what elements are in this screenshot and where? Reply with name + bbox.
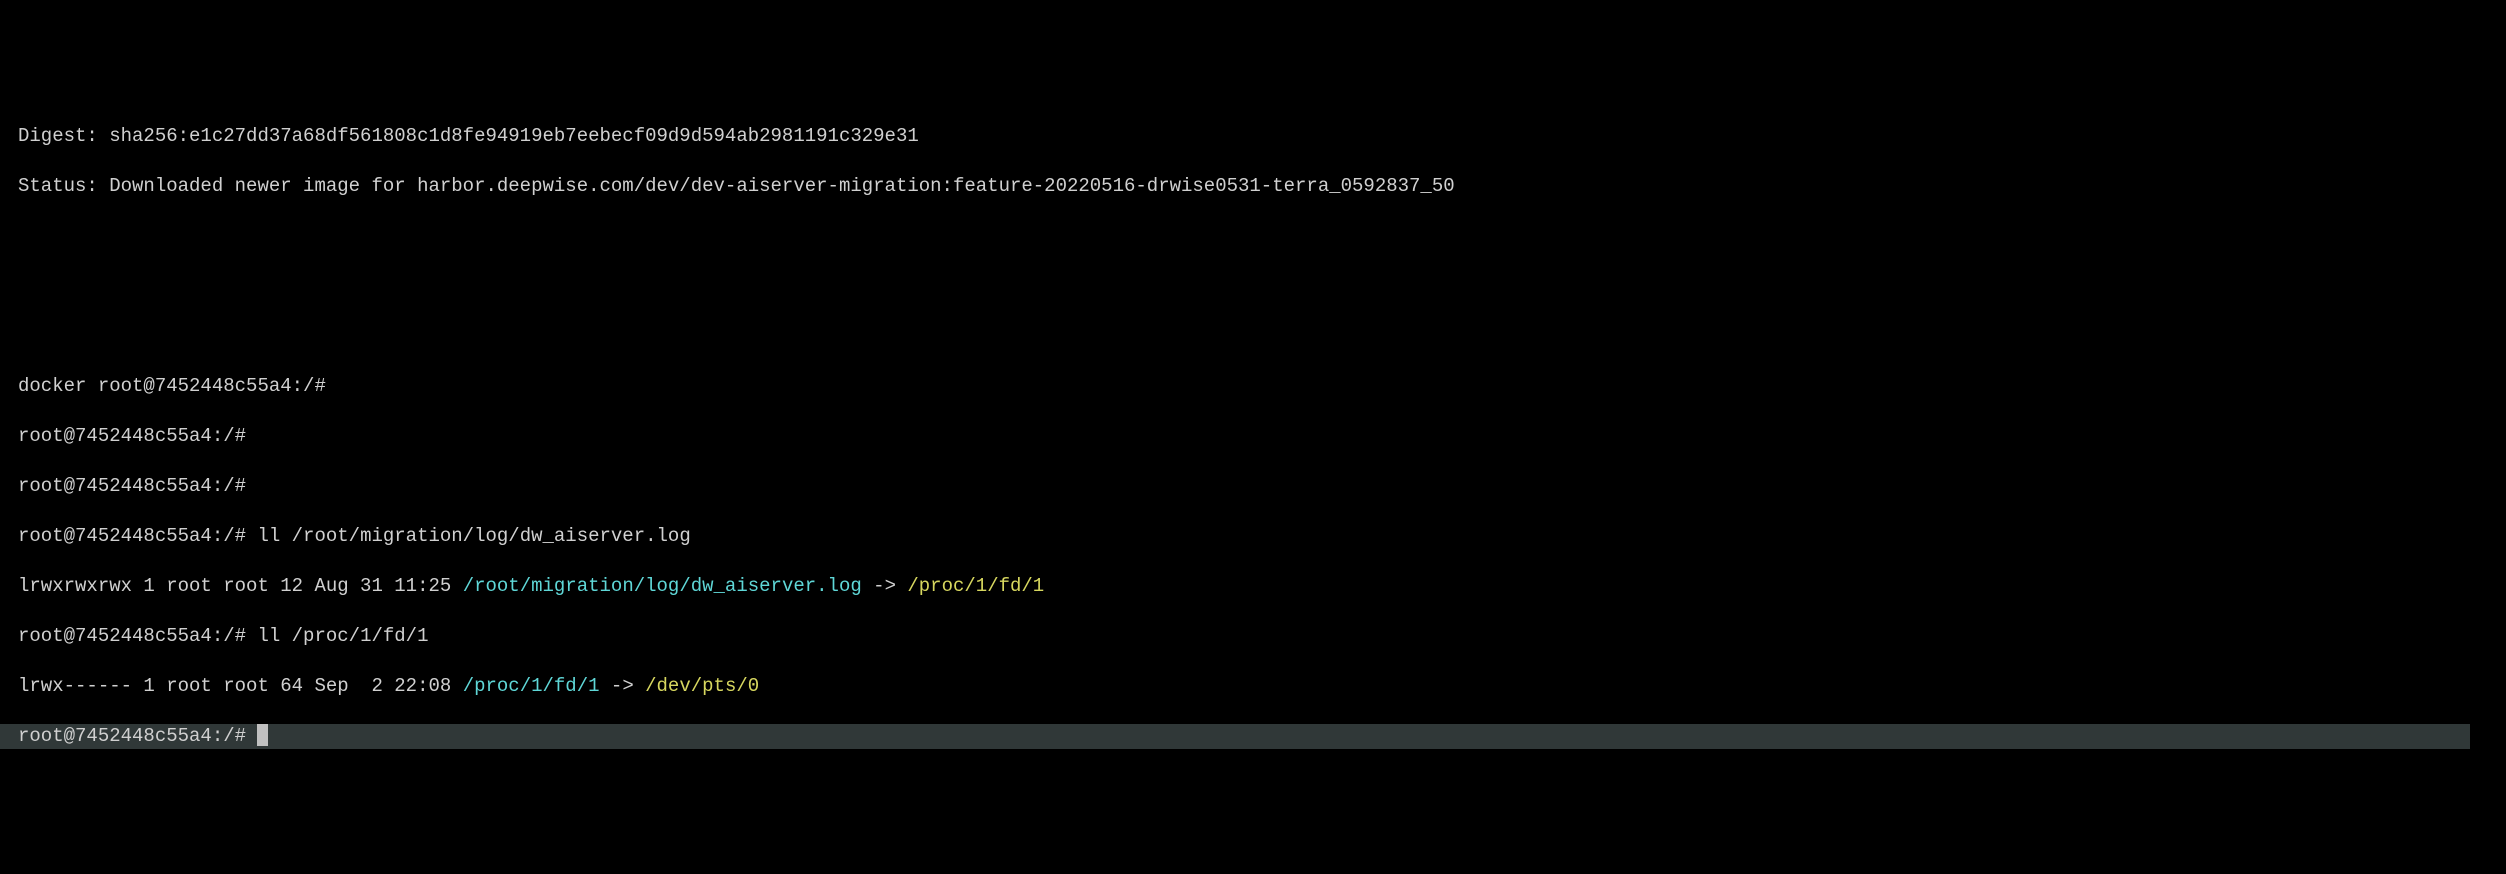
symlink-arrow: -> (600, 675, 646, 697)
digest-label: Digest: (18, 125, 109, 147)
blank-line (18, 274, 2488, 299)
shell-prompt: root@7452448c55a4:/# (18, 425, 246, 447)
blank-line (18, 324, 2488, 349)
digest-value: sha256:e1c27dd37a68df561808c1d8fe94919eb… (109, 125, 919, 147)
terminal-ls-output: lrwxrwxrwx 1 root root 12 Aug 31 11:25 /… (18, 574, 2488, 599)
symlink-arrow: -> (862, 575, 908, 597)
command-text: ll /proc/1/fd/1 (246, 625, 428, 647)
shell-prompt: root@7452448c55a4:/# (18, 725, 257, 747)
terminal-output-line: Status: Downloaded newer image for harbo… (18, 174, 2488, 199)
file-permissions: lrwxrwxrwx 1 root root 12 Aug 31 11:25 (18, 575, 463, 597)
symlink-target: /proc/1/fd/1 (907, 575, 1044, 597)
status-label: Status: (18, 175, 109, 197)
terminal-ls-output: lrwx------ 1 root root 64 Sep 2 22:08 /p… (18, 674, 2488, 699)
command-text: ll /root/migration/log/dw_aiserver.log (246, 525, 691, 547)
blank-line (18, 224, 2488, 249)
terminal-current-line[interactable]: root@7452448c55a4:/# (0, 724, 2470, 749)
shell-prompt: root@7452448c55a4:/# (18, 625, 246, 647)
symlink-target: /dev/pts/0 (645, 675, 759, 697)
shell-prompt: root@7452448c55a4:/# (18, 525, 246, 547)
terminal-cursor (257, 724, 268, 746)
terminal-prompt-line: root@7452448c55a4:/# (18, 474, 2488, 499)
file-permissions: lrwx------ 1 root root 64 Sep 2 22:08 (18, 675, 463, 697)
terminal-prompt-line: docker root@7452448c55a4:/# (18, 374, 2488, 399)
terminal-output-line: Digest: sha256:e1c27dd37a68df561808c1d8f… (18, 124, 2488, 149)
terminal-prompt-line: root@7452448c55a4:/# (18, 424, 2488, 449)
terminal-command-line: root@7452448c55a4:/# ll /proc/1/fd/1 (18, 624, 2488, 649)
shell-prompt: root@7452448c55a4:/# (18, 475, 246, 497)
symlink-path: /root/migration/log/dw_aiserver.log (463, 575, 862, 597)
symlink-path: /proc/1/fd/1 (463, 675, 600, 697)
terminal-command-line: root@7452448c55a4:/# ll /root/migration/… (18, 524, 2488, 549)
docker-prompt: docker root@7452448c55a4:/# (18, 375, 326, 397)
status-value: Downloaded newer image for harbor.deepwi… (109, 175, 1454, 197)
